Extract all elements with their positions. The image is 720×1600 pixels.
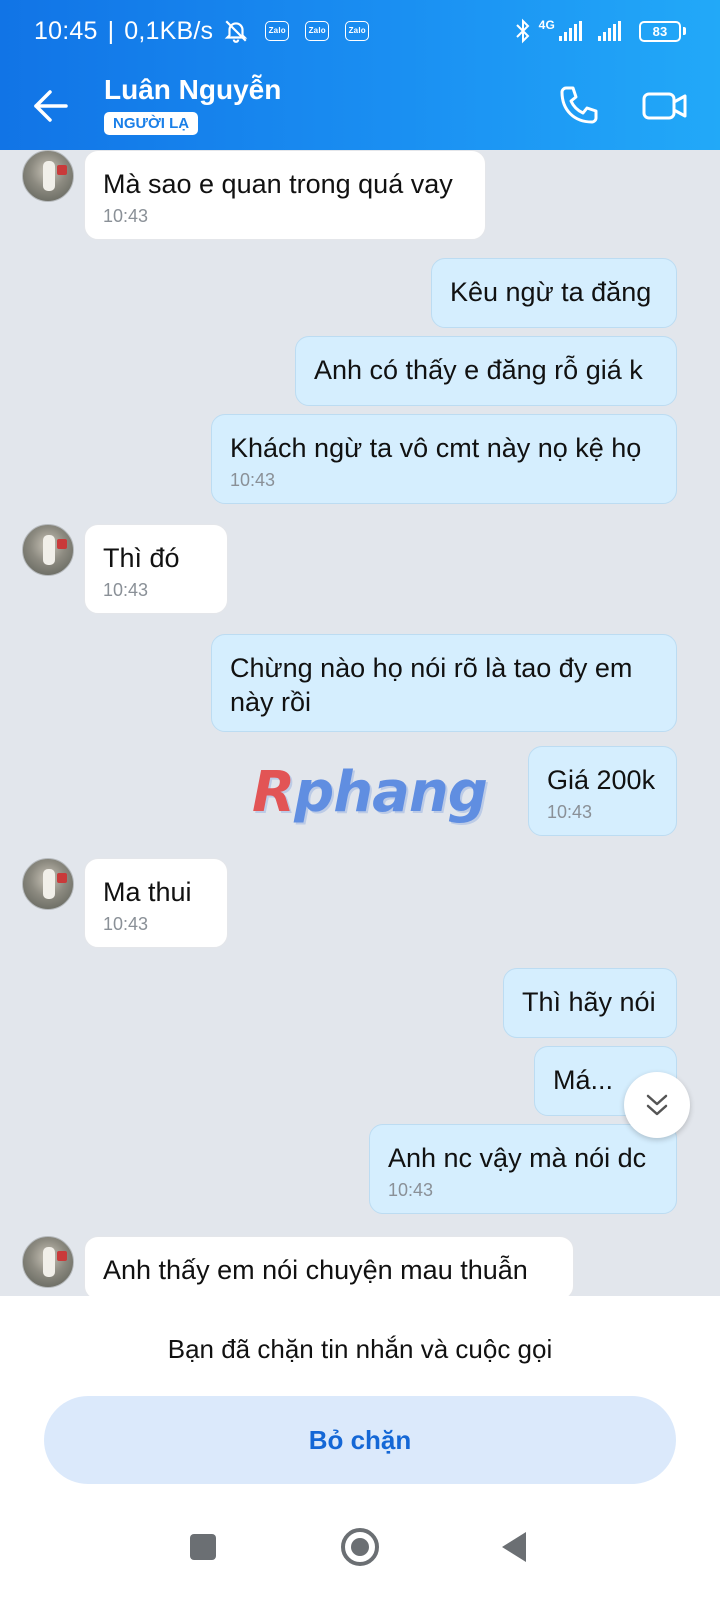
message-text: Kêu ngừ ta đăng [450,277,652,307]
status-time: 10:45 [34,16,98,45]
chat-area[interactable]: Mà sao e quan trong quá vay 10:43 Kêu ng… [0,150,720,1296]
message-incoming[interactable]: Ma thui 10:43 [84,858,228,948]
status-bar: 10:45 | 0,1KB/s Zalo Zalo Zalo 4G 83 [0,0,720,62]
top-bar: 10:45 | 0,1KB/s Zalo Zalo Zalo 4G 83 Luâ… [0,0,720,150]
message-text: Ma thui [103,877,192,907]
message-text: Khách ngừ ta vô cmt này nọ kệ họ [230,433,642,463]
video-call-icon[interactable] [640,82,690,130]
battery-icon: 83 [639,20,686,42]
message-text: Anh nc vậy mà nói dc [388,1143,647,1173]
zalo-app-icon: Zalo [265,21,290,41]
watermark-rest: phang [294,760,488,825]
scroll-to-bottom-button[interactable] [624,1072,690,1138]
double-chevron-down-icon [646,1094,668,1116]
message-outgoing[interactable]: Anh nc vậy mà nói dc 10:43 [369,1124,677,1214]
blocked-panel: Bạn đã chặn tin nhắn và cuộc gọi Bỏ chặn [0,1296,720,1600]
blocked-notice: Bạn đã chặn tin nhắn và cuộc gọi [167,1334,553,1364]
network-type: 4G [538,18,555,32]
message-outgoing[interactable]: Anh có thấy e đăng rỗ giá k [295,336,677,406]
unblock-button[interactable]: Bỏ chặn [44,1396,676,1484]
battery-level: 83 [639,20,681,42]
chat-header: Luân Nguyễn NGƯỜI LẠ [0,62,720,150]
watermark-logo: Rphang [252,760,488,825]
message-time: 10:43 [103,580,149,600]
message-time: 10:43 [103,206,149,226]
message-text: Anh thấy em nói chuyện mau thuẫn [103,1255,528,1285]
stranger-badge: NGƯỜI LẠ [104,112,199,135]
message-incoming[interactable]: Anh thấy em nói chuyện mau thuẫn [84,1236,574,1296]
message-incoming[interactable]: Mà sao e quan trong quá vay 10:43 [84,150,486,240]
signal-icon [559,21,582,41]
message-time: 10:43 [230,470,276,490]
message-text: Mà sao e quan trong quá vay [103,169,453,199]
avatar[interactable] [22,524,74,576]
avatar[interactable] [22,1236,74,1288]
message-text: Thì hãy nói [522,987,656,1017]
message-text: Giá 200k [547,765,656,795]
watermark-first-letter: R [252,760,295,825]
message-outgoing[interactable]: Thì hãy nói [503,968,677,1038]
message-time: 10:43 [103,914,149,934]
avatar[interactable] [22,858,74,910]
contact-name[interactable]: Luân Nguyễn [104,74,281,106]
avatar[interactable] [22,150,74,202]
message-outgoing[interactable]: Chừng nào họ nói rõ là tao đy em này rồi [211,634,677,732]
status-separator: | [107,16,115,45]
system-nav-bar [0,1506,720,1596]
zalo-app-icon: Zalo [305,21,330,41]
back-nav-icon[interactable] [502,1532,526,1562]
message-text: Má... [553,1065,614,1095]
message-outgoing[interactable]: Kêu ngừ ta đăng [431,258,677,328]
message-text: Chừng nào họ nói rõ là tao đy em này rồi [230,653,633,717]
recent-apps-icon[interactable] [190,1534,216,1560]
zalo-app-icon: Zalo [345,21,370,41]
message-text: Anh có thấy e đăng rỗ giá k [314,355,643,385]
message-incoming[interactable]: Thì đó 10:43 [84,524,228,614]
message-time: 10:43 [547,802,593,822]
signal-icon [598,21,621,41]
message-outgoing[interactable]: Khách ngừ ta vô cmt này nọ kệ họ 10:43 [211,414,677,504]
message-time: 10:43 [388,1180,434,1200]
phone-icon[interactable] [554,82,602,130]
back-arrow-icon[interactable] [30,84,74,128]
status-speed: 0,1KB/s [124,16,214,45]
mute-bell-icon [224,20,248,43]
message-outgoing[interactable]: Giá 200k 10:43 [528,746,677,836]
message-text: Thì đó [103,543,180,573]
home-icon[interactable] [341,1528,379,1566]
bluetooth-icon [515,18,529,44]
